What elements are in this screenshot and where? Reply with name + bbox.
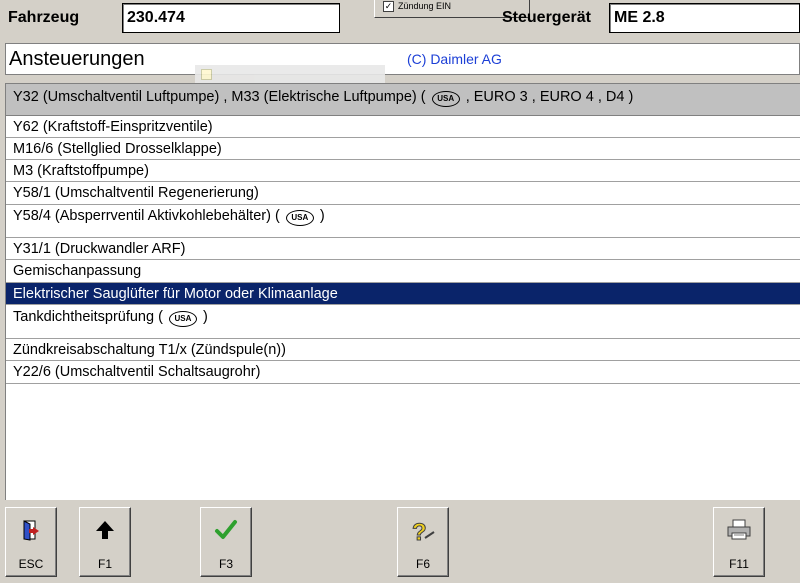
list-item[interactable]: M16/6 (Stellglied Drosselklappe) bbox=[6, 138, 800, 160]
arrow-up-icon bbox=[80, 518, 130, 546]
list-item-text: Y58/1 (Umschaltventil Regenerierung) bbox=[13, 185, 259, 201]
list-item[interactable]: Y58/1 (Umschaltventil Regenerierung) bbox=[6, 182, 800, 205]
page-title: Ansteuerungen bbox=[9, 48, 145, 70]
list-item-text: M3 (Kraftstoffpumpe) bbox=[13, 163, 149, 179]
help-question-icon: ? bbox=[398, 518, 448, 547]
f11-label: F11 bbox=[729, 557, 749, 571]
f1-label: F1 bbox=[97, 557, 112, 571]
list-item[interactable]: Y62 (Kraftstoff-Einspritzventile) bbox=[6, 116, 800, 138]
usa-badge-icon: USA bbox=[285, 210, 314, 227]
esc-button[interactable]: ESC bbox=[5, 507, 57, 577]
actuation-list[interactable]: Y32 (Umschaltventil Luftpumpe) , M33 (El… bbox=[5, 83, 800, 500]
f6-label: F6 bbox=[415, 557, 430, 571]
checkmark-icon bbox=[201, 518, 251, 546]
header-row-text: Y32 (Umschaltventil Luftpumpe) , M33 (El… bbox=[13, 89, 426, 105]
list-header-row[interactable]: Y32 (Umschaltventil Luftpumpe) , M33 (El… bbox=[6, 84, 800, 116]
list-item-text: M16/6 (Stellglied Drosselklappe) bbox=[13, 141, 222, 157]
list-item-text-after: ) bbox=[319, 208, 325, 224]
usa-badge-icon: USA bbox=[168, 311, 197, 328]
list-item[interactable]: Y58/4 (Absperrventil Aktivkohlebehälter)… bbox=[6, 205, 800, 238]
usa-badge-icon: USA bbox=[431, 91, 460, 108]
list-item-text: Y62 (Kraftstoff-Einspritzventile) bbox=[13, 119, 213, 135]
list-item-text: Gemischanpassung bbox=[13, 263, 142, 279]
list-item[interactable]: Tankdichtheitsprüfung ( USA ) bbox=[6, 305, 800, 339]
list-item[interactable]: Y31/1 (Druckwandler ARF) bbox=[6, 238, 800, 260]
ignition-status: ✓ Zündung EIN bbox=[383, 0, 452, 13]
printer-icon bbox=[714, 518, 764, 546]
list-item[interactable]: Y22/6 (Umschaltventil Schaltsaugrohr) bbox=[6, 361, 800, 384]
list-item[interactable]: Gemischanpassung bbox=[6, 260, 800, 283]
ghost-overlay bbox=[195, 65, 385, 84]
ecu-label: Steuergerät bbox=[502, 9, 591, 26]
f3-label: F3 bbox=[218, 557, 233, 571]
f11-button[interactable]: F11 bbox=[713, 507, 765, 577]
list-item-text: Y31/1 (Druckwandler ARF) bbox=[13, 241, 186, 257]
list-item-text: Zündkreisabschaltung T1/x (Zündspule(n)) bbox=[13, 342, 286, 358]
ecu-field: ME 2.8 bbox=[609, 3, 800, 33]
f3-button[interactable]: F3 bbox=[200, 507, 252, 577]
ignition-checkbox: ✓ bbox=[383, 1, 394, 13]
list-item-selected[interactable]: Elektrischer Sauglüfter für Motor oder K… bbox=[6, 283, 800, 305]
header-row-text-after: , EURO 3 , EURO 4 , D4 ) bbox=[465, 89, 634, 105]
vehicle-label: Fahrzeug bbox=[8, 9, 80, 26]
list-item[interactable]: M3 (Kraftstoffpumpe) bbox=[6, 160, 800, 182]
vehicle-field: 230.474 bbox=[122, 3, 340, 33]
esc-label: ESC bbox=[18, 557, 44, 571]
f1-button[interactable]: F1 bbox=[79, 507, 131, 577]
list-item-text-after: ) bbox=[202, 309, 208, 325]
list-item[interactable]: Zündkreisabschaltung T1/x (Zündspule(n)) bbox=[6, 339, 800, 361]
list-item-text: Elektrischer Sauglüfter für Motor oder K… bbox=[13, 286, 338, 302]
f6-button[interactable]: ? F6 bbox=[397, 507, 449, 577]
list-item-text: Y22/6 (Umschaltventil Schaltsaugrohr) bbox=[13, 364, 261, 380]
list-item-text: Y58/4 (Absperrventil Aktivkohlebehälter)… bbox=[13, 208, 280, 224]
svg-text:?: ? bbox=[412, 519, 427, 546]
exit-door-icon bbox=[6, 518, 56, 546]
copyright-text: (C) Daimler AG bbox=[407, 51, 502, 67]
title-bar: Ansteuerungen (C) Daimler AG bbox=[5, 43, 800, 75]
list-item-text: Tankdichtheitsprüfung ( bbox=[13, 309, 163, 325]
ignition-text: Zündung EIN bbox=[398, 1, 452, 11]
ghost-checkbox bbox=[201, 69, 212, 80]
